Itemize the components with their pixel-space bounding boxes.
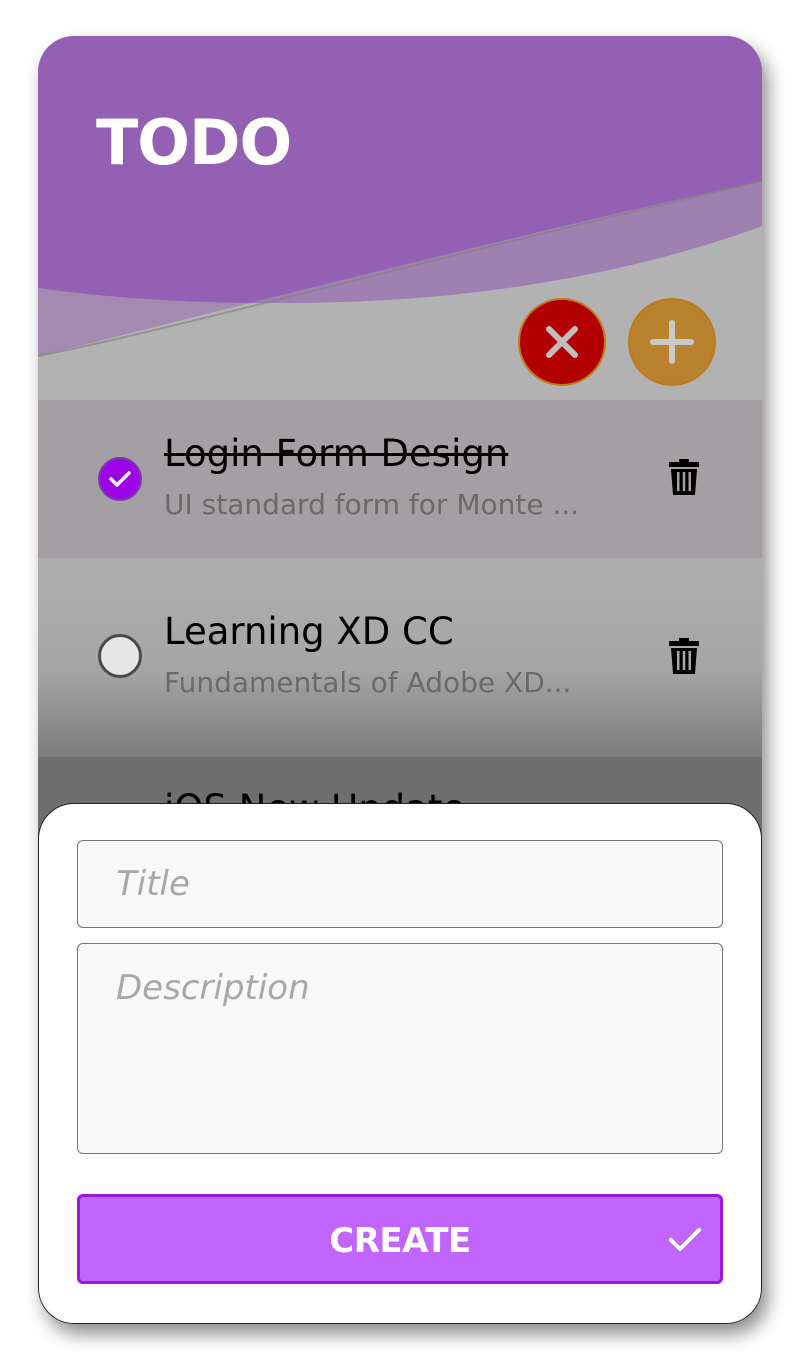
add-todo-button[interactable] — [628, 298, 716, 386]
create-button[interactable]: CREATE — [77, 1194, 723, 1284]
clear-completed-button[interactable] — [518, 298, 606, 386]
plus-icon — [650, 320, 694, 364]
todo-description: Fundamentals of Adobe XD... — [164, 666, 572, 699]
check-icon — [109, 471, 131, 487]
close-icon — [546, 326, 578, 358]
title-input[interactable] — [77, 840, 723, 928]
todo-app-card: TODO Login Form Design UI standard form … — [38, 36, 762, 1324]
create-button-label: CREATE — [329, 1221, 471, 1261]
app-title: TODO — [96, 106, 292, 179]
todo-title: Login Form Design — [164, 432, 509, 475]
todo-item[interactable]: Login Form Design UI standard form for M… — [38, 400, 762, 558]
check-icon — [669, 1228, 701, 1251]
description-input[interactable] — [77, 943, 723, 1154]
todo-item[interactable]: Learning XD CC Fundamentals of Adobe XD.… — [38, 558, 762, 758]
trash-icon[interactable] — [668, 459, 700, 495]
todo-description: UI standard form for Monte ... — [164, 488, 580, 521]
trash-icon[interactable] — [668, 638, 700, 674]
create-todo-panel: CREATE — [38, 803, 762, 1324]
todo-checkbox-unchecked[interactable] — [98, 634, 142, 678]
todo-title: Learning XD CC — [164, 610, 454, 653]
todo-checkbox-checked[interactable] — [98, 457, 142, 501]
